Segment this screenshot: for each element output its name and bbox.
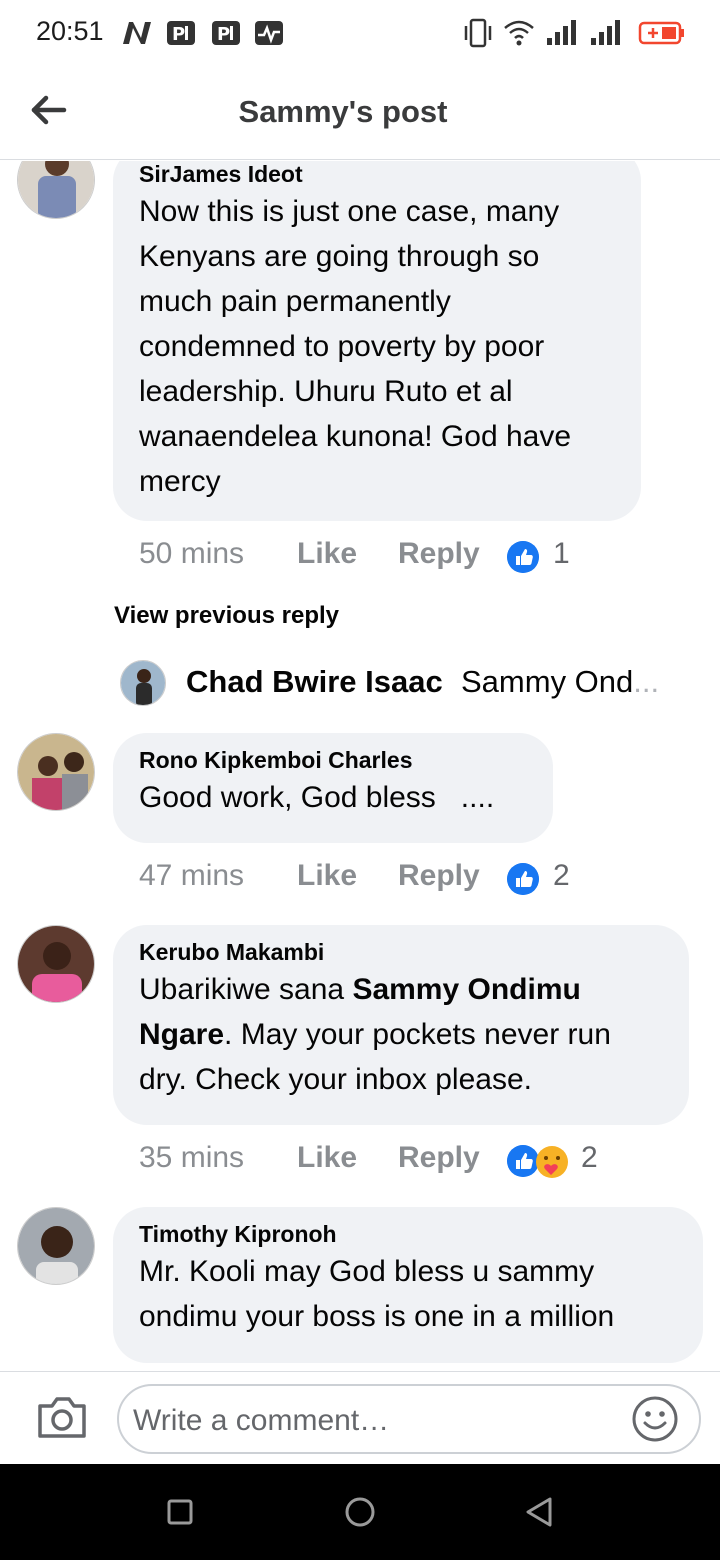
comment-author[interactable]: Kerubo Makambi <box>139 937 663 967</box>
comment-text: Ubarikiwe sana Sammy Ondimu Ngare. May y… <box>139 973 611 1096</box>
like-icon[interactable] <box>507 541 539 573</box>
reply-button[interactable]: Reply <box>398 537 480 571</box>
svg-text:P: P <box>172 24 185 45</box>
comment-text: Good work, God bless .... <box>139 781 495 814</box>
parking-icon: P <box>167 21 195 45</box>
comment-time[interactable]: 35 mins <box>139 1141 244 1175</box>
reply-preview[interactable]: Chad Bwire Isaac Sammy Ond... <box>120 658 680 708</box>
comment-composer: Write a comment… <box>0 1371 720 1464</box>
view-previous-reply-link[interactable]: View previous reply <box>114 602 339 630</box>
page-title: Sammy's post <box>238 94 448 129</box>
parking-icon: P <box>212 21 240 45</box>
comments-feed[interactable]: SirJames Ideot Now this is just one case… <box>0 161 720 1371</box>
reply-author: Chad Bwire Isaac <box>186 664 443 699</box>
comment-author[interactable]: SirJames Ideot <box>139 161 615 189</box>
activity-icon <box>255 21 283 45</box>
recents-square-icon[interactable] <box>160 1492 200 1532</box>
comment-time[interactable]: 50 mins <box>139 537 244 571</box>
comment-author[interactable]: Timothy Kipronoh <box>139 1219 677 1249</box>
comment-actions: 50 mins Like Reply 1 <box>139 537 699 577</box>
reaction-count[interactable]: 1 <box>553 537 570 571</box>
reply-button[interactable]: Reply <box>398 859 480 893</box>
signal-icon <box>547 20 576 45</box>
comment-actions: 47 mins Like Reply 2 <box>139 859 699 899</box>
reaction-count[interactable]: 2 <box>553 859 570 893</box>
comment-bubble: SirJames Ideot Now this is just one case… <box>113 161 641 521</box>
smiley-icon[interactable] <box>631 1395 679 1443</box>
svg-text:P: P <box>217 24 230 45</box>
signal-icon <box>591 20 620 45</box>
comment-bubble: Rono Kipkemboi Charles Good work, God bl… <box>113 733 553 843</box>
avatar <box>120 660 166 706</box>
comment-text: Now this is just one case, many Kenyans … <box>139 195 572 498</box>
back-triangle-icon[interactable] <box>520 1492 560 1532</box>
status-bar: 20:51 P P <box>0 0 720 66</box>
comment-bubble: Kerubo Makambi Ubarikiwe sana Sammy Ondi… <box>113 925 689 1125</box>
comment-placeholder: Write a comment… <box>133 1404 390 1437</box>
like-button[interactable]: Like <box>297 1141 357 1175</box>
comment-time[interactable]: 47 mins <box>139 859 244 893</box>
camera-icon[interactable] <box>36 1394 88 1440</box>
battery-charging-icon <box>638 21 684 45</box>
n-notification-icon <box>123 22 151 44</box>
comment-bubble: Timothy Kipronoh Mr. Kooli may God bless… <box>113 1207 703 1363</box>
reply-snippet: Sammy Ond... <box>461 664 660 699</box>
status-time: 20:51 <box>36 16 104 46</box>
avatar[interactable] <box>17 161 95 219</box>
comment-author[interactable]: Rono Kipkemboi Charles <box>139 745 527 775</box>
vibrate-icon <box>464 18 492 48</box>
like-button[interactable]: Like <box>297 859 357 893</box>
post-header: Sammy's post <box>0 66 720 160</box>
system-nav-bar <box>0 1464 720 1560</box>
reaction-count[interactable]: 2 <box>581 1141 598 1175</box>
like-button[interactable]: Like <box>297 537 357 571</box>
comment-input[interactable]: Write a comment… <box>117 1384 701 1454</box>
comment-actions: 35 mins Like Reply 2 <box>139 1141 699 1181</box>
comment-text: Mr. Kooli may God bless u sammy ondimu y… <box>139 1255 615 1333</box>
reply-button[interactable]: Reply <box>398 1141 480 1175</box>
wifi-icon <box>504 20 534 46</box>
avatar[interactable] <box>17 1207 95 1285</box>
home-circle-icon[interactable] <box>340 1492 380 1532</box>
avatar[interactable] <box>17 733 95 811</box>
avatar[interactable] <box>17 925 95 1003</box>
like-icon[interactable] <box>507 863 539 895</box>
care-icon[interactable] <box>535 1145 569 1179</box>
